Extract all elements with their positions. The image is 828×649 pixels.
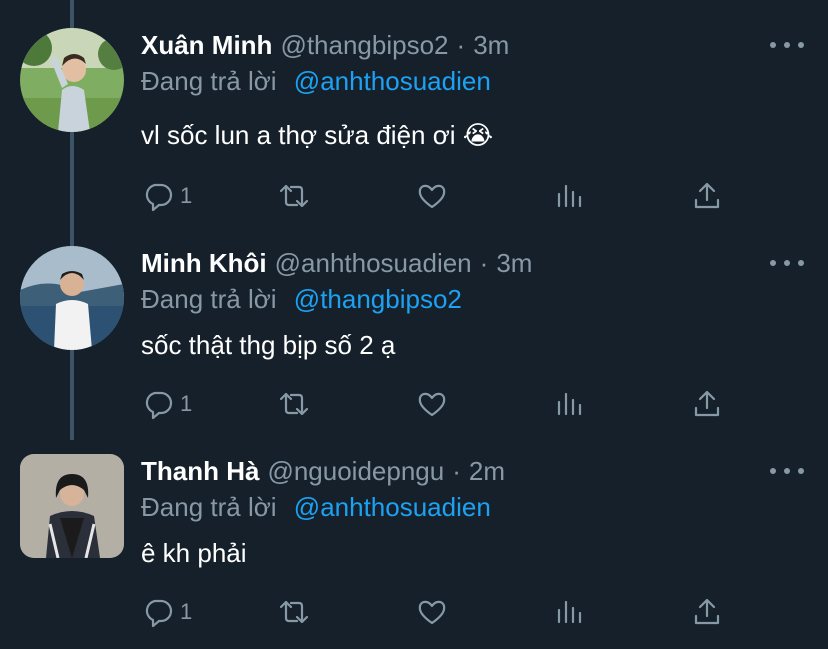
more-options-button[interactable] [770,38,804,52]
like-icon [418,184,446,209]
analytics-icon [557,392,582,416]
analytics-button[interactable] [554,592,586,632]
analytics-icon [557,600,582,624]
like-icon [418,600,446,625]
mention-link[interactable]: @anhthosuadien [294,492,491,522]
share-button[interactable] [691,592,723,632]
analytics-button[interactable] [554,384,586,424]
share-icon [694,390,720,417]
avatar[interactable] [20,28,124,132]
mention-link[interactable]: @anhthosuadien [294,66,491,96]
reply-icon [145,183,173,212]
more-icon [770,260,776,266]
retweet-button[interactable] [278,592,310,632]
reply-count: 1 [180,183,193,208]
more-options-button[interactable] [770,256,804,270]
reply-button[interactable]: 1 [142,592,192,632]
action-bar: 1 [0,592,828,632]
more-icon [770,468,776,474]
user-handle[interactable]: @thangbipso2 [280,28,448,62]
retweet-button[interactable] [278,384,310,424]
retweet-icon [279,392,309,416]
timestamp[interactable]: 3m [496,246,532,280]
replying-to-label: Đang trả lời [141,284,277,314]
share-icon [694,598,720,625]
timestamp[interactable]: 3m [473,28,509,62]
user-handle[interactable]: @anhthosuadien [275,246,472,280]
avatar[interactable] [20,454,124,558]
reply-button[interactable]: 1 [142,176,192,216]
replying-to-label: Đang trả lời [141,492,277,522]
analytics-button[interactable] [554,176,586,216]
tweet-text: sốc thật thg bịp số 2 ạ [141,330,396,360]
like-button[interactable] [416,592,448,632]
retweet-button[interactable] [278,176,310,216]
tweet-text: ê kh phải [141,538,247,568]
like-button[interactable] [416,384,448,424]
analytics-icon [557,184,582,208]
reply-icon [145,599,173,628]
avatar[interactable] [20,246,124,350]
display-name[interactable]: Xuân Minh [141,28,272,62]
share-icon [694,182,720,209]
share-button[interactable] [691,176,723,216]
display-name[interactable]: Minh Khôi [141,246,267,280]
separator-dot: · [452,456,461,486]
reply-button[interactable]: 1 [142,384,192,424]
action-bar: 1 [0,176,828,216]
more-options-button[interactable] [770,464,804,478]
user-handle[interactable]: @nguoidepngu [267,454,444,488]
timestamp[interactable]: 2m [469,454,505,488]
separator-dot: · [456,30,466,60]
reply-count: 1 [180,391,193,416]
reply-count: 1 [180,599,193,624]
share-button[interactable] [691,384,723,424]
reply-icon [145,391,173,420]
retweet-icon [279,600,309,624]
mention-link[interactable]: @thangbipso2 [294,284,462,314]
retweet-icon [279,184,309,208]
display-name[interactable]: Thanh Hà [141,454,259,488]
like-button[interactable] [416,176,448,216]
tweet-text: vl sốc lun a thợ sửa điện ơi 😭 [141,120,494,150]
more-icon [770,42,776,48]
like-icon [418,392,446,417]
separator-dot: · [479,248,489,278]
replying-to-label: Đang trả lời [141,66,277,96]
action-bar: 1 [0,384,828,424]
